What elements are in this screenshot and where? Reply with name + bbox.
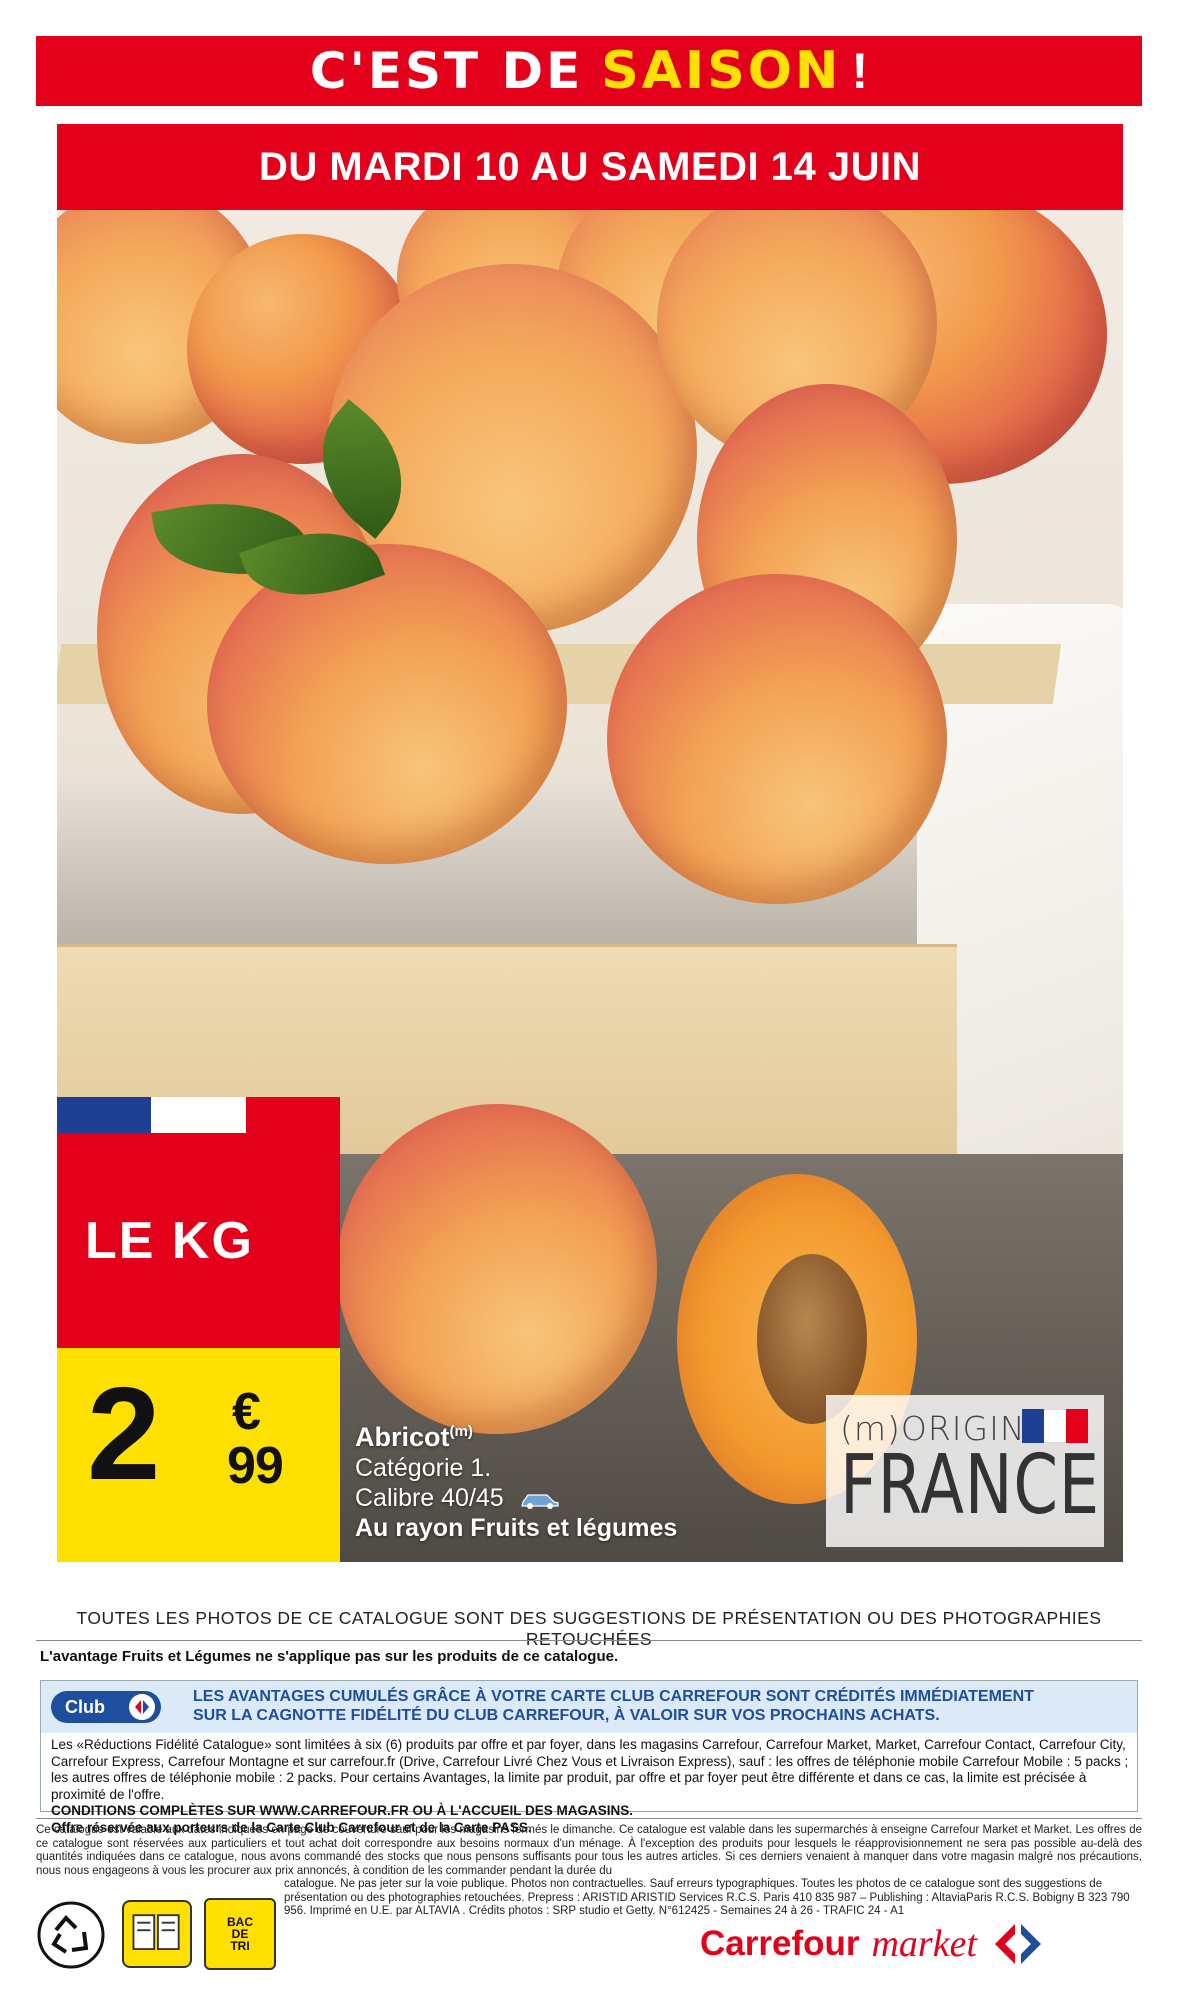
apricot [337,1104,657,1434]
banner-text-1: C'EST DE [309,42,584,100]
club-headline-1: LES AVANTAGES CUMULÉS GRÂCE À VOTRE CART… [193,1688,1034,1705]
price-decimals: 99 [227,1437,284,1495]
price-currency: € [232,1383,261,1441]
club-headline-2: SUR LA CAGNOTTE FIDÉLITÉ DU CLUB CARREFO… [193,1707,940,1724]
price-unit: LE KG [85,1211,254,1270]
product-name: Abricot(m) [355,1422,473,1452]
product-description: Abricot(m) Catégorie 1. Calibre 40/45 Au… [355,1422,677,1543]
club-header: Club LES AVANTAGES CUMULÉS GRÂCE À VOTRE… [41,1681,1137,1733]
club-body-text: Les «Réductions Fidélité Catalogue» sont… [51,1737,1129,1802]
club-badge: Club [51,1691,161,1723]
recycling-bin-icon: BAC DE TRI [204,1898,276,1970]
club-body: Les «Réductions Fidélité Catalogue» sont… [51,1737,1131,1836]
legal-text-2: catalogue. Ne pas jeter sur la voie publ… [284,1878,1130,1917]
triman-icon [37,1901,105,1969]
origin-country: FRANCE [840,1438,1100,1533]
divider [36,1818,1142,1819]
club-headline: LES AVANTAGES CUMULÉS GRÂCE À VOTRE CART… [193,1687,1034,1725]
price-integer: 2 [87,1360,160,1507]
product-caliber-row: Calibre 40/45 [355,1483,677,1513]
book-icon [122,1900,192,1968]
divider [36,1640,1142,1641]
club-badge-label: Club [65,1697,105,1717]
product-aisle: Au rayon Fruits et légumes [355,1514,678,1542]
carrefour-logo-icon [995,1924,1042,1964]
apricot [207,544,567,864]
france-flag-icon [57,1097,340,1133]
origin-label: (m)ORIGINE FRANCE [826,1395,1104,1547]
banner-text-exclam: ! [851,43,869,99]
season-banner: C'EST DE SAISON ! [36,36,1142,106]
bin-label-3: TRI [230,1939,250,1953]
club-info-box: Club LES AVANTAGES CUMULÉS GRÂCE À VOTRE… [40,1680,1138,1835]
car-icon [520,1494,559,1510]
fruit-advantage-note: L'avantage Fruits et Légumes ne s'appliq… [40,1648,619,1665]
brand-suffix: market [871,1923,978,1965]
legal-text-1: Ce catalogue est valable aux dates indiq… [36,1824,1142,1877]
carrefour-logo-icon [129,1694,155,1720]
brand-name: Carrefour [700,1924,860,1963]
product-caliber: Calibre 40/45 [355,1484,504,1512]
price-unit-box: LE KG [57,1133,340,1348]
apricot [607,574,947,904]
carrefour-market-logo: Carrefour market [700,1922,1045,1966]
product-category: Catégorie 1. [355,1454,492,1482]
price-box: 2 € 99 [57,1348,340,1562]
banner-text-saison: SAISON [601,41,842,101]
date-banner: DU MARDI 10 AU SAMEDI 14 JUIN [57,124,1123,210]
photo-disclaimer: TOUTES LES PHOTOS DE CE CATALOGUE SONT D… [76,1608,1102,1649]
